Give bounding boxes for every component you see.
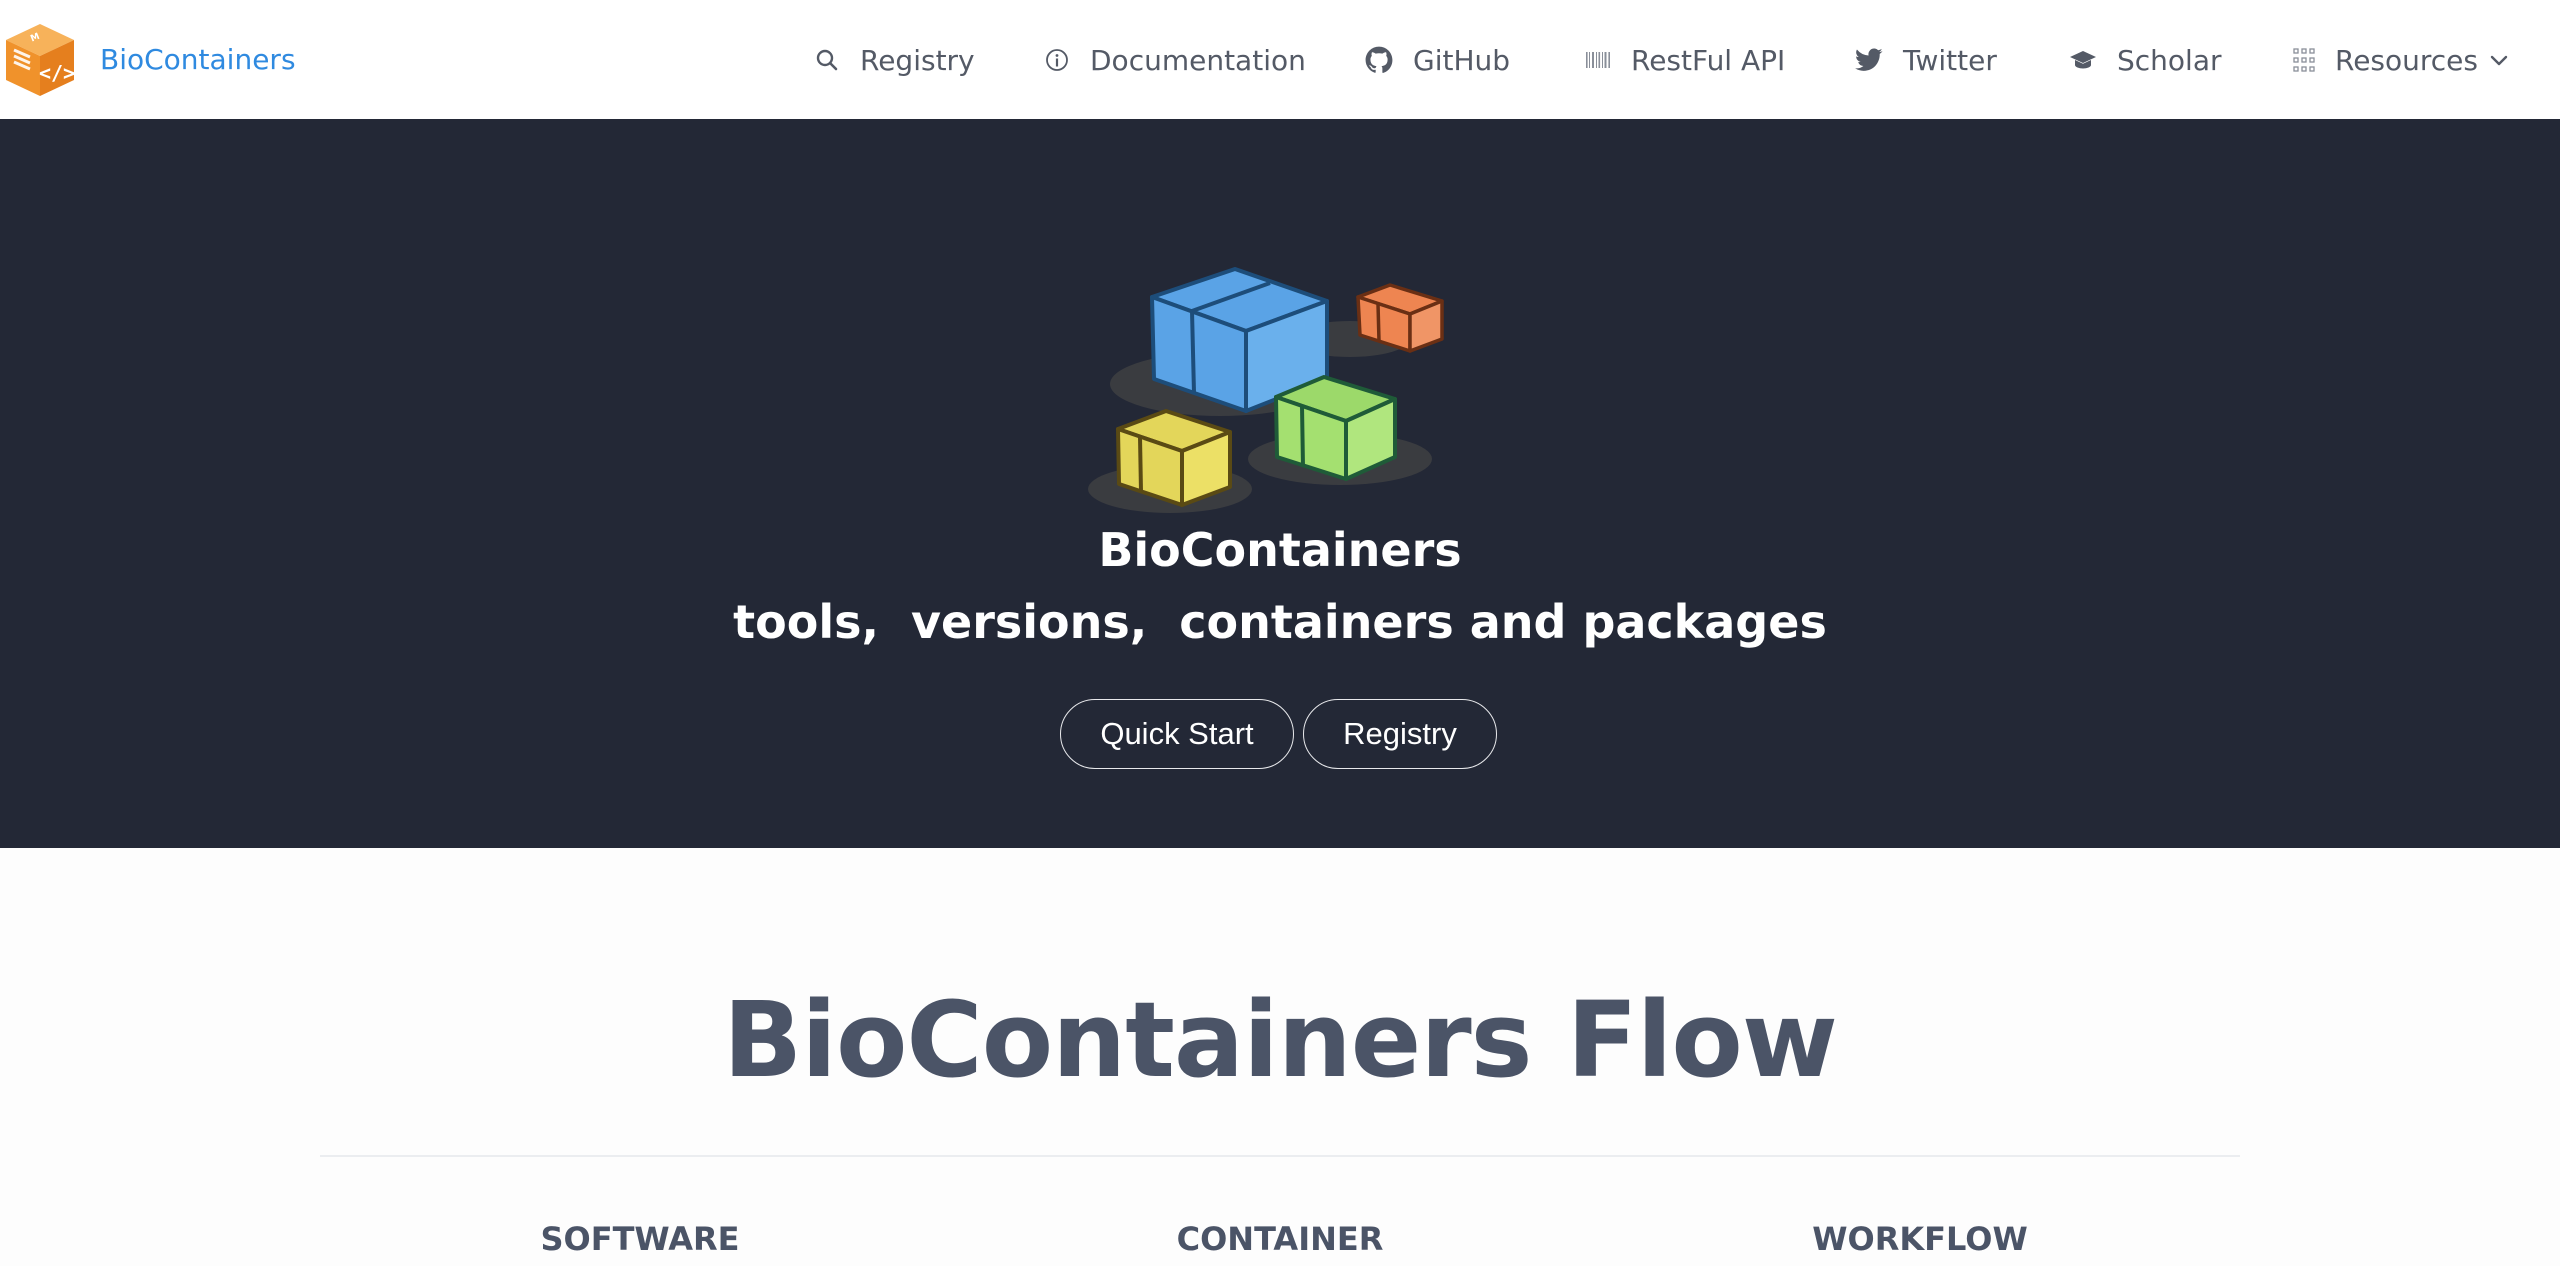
- nav-documentation[interactable]: Documentation: [1044, 36, 1306, 84]
- biocontainers-logo-icon: </> M: [6, 24, 75, 96]
- hero-title: BioContainers: [1098, 523, 1462, 577]
- svg-text:</>: </>: [39, 61, 75, 85]
- nav-registry-label: Registry: [860, 43, 975, 77]
- chevron-down-icon: [2490, 54, 2508, 66]
- github-icon: [1365, 46, 1393, 74]
- nav-twitter-label: Twitter: [1903, 43, 1997, 77]
- nav-twitter[interactable]: Twitter: [1855, 36, 1997, 84]
- nav-github-label: GitHub: [1413, 43, 1511, 77]
- nav-documentation-label: Documentation: [1090, 43, 1306, 77]
- nav-resources-label: Resources: [2335, 43, 2478, 77]
- grid-icon: [2293, 48, 2315, 72]
- hero-section: BioContainers tools, versions, container…: [0, 119, 2560, 848]
- info-icon: [1044, 47, 1070, 73]
- nav-scholar-label: Scholar: [2117, 43, 2222, 77]
- hero-subtitle: tools, versions, containers and packages: [733, 595, 1827, 649]
- brand-link[interactable]: </> M BioContainers: [0, 20, 296, 100]
- flow-column-container: CONTAINER: [1176, 1220, 1384, 1258]
- search-icon: [814, 47, 840, 73]
- brand-name: BioContainers: [100, 43, 296, 76]
- twitter-icon: [1855, 48, 1883, 72]
- flow-section-title: BioContainers Flow: [723, 979, 1838, 1101]
- containers-illustration: [1088, 267, 1444, 513]
- graduation-cap-icon: [2069, 48, 2097, 72]
- registry-button[interactable]: Registry: [1303, 699, 1497, 769]
- nav-registry[interactable]: Registry: [814, 36, 975, 84]
- flow-column-software: SOFTWARE: [540, 1220, 740, 1258]
- nav-scholar[interactable]: Scholar: [2069, 36, 2222, 84]
- nav-restful-api[interactable]: RestFul API: [1585, 36, 1785, 84]
- flow-column-workflow: WORKFLOW: [1812, 1220, 2028, 1258]
- nav-resources-dropdown[interactable]: Resources: [2293, 36, 2508, 84]
- nav-restful-api-label: RestFul API: [1631, 43, 1786, 77]
- quick-start-button[interactable]: Quick Start: [1060, 699, 1294, 769]
- barcode-icon: [1585, 49, 1611, 71]
- section-divider: [320, 1155, 2240, 1157]
- top-navbar: </> M BioContainers Registry Documentati…: [0, 0, 2560, 119]
- nav-github[interactable]: GitHub: [1365, 36, 1510, 84]
